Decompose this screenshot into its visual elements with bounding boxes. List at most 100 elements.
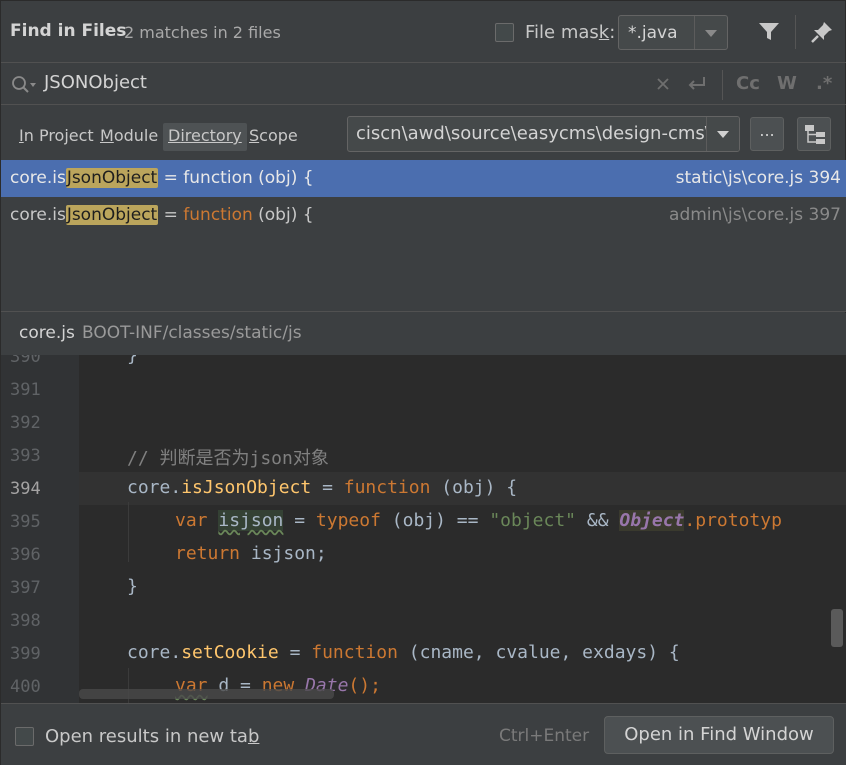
clear-icon[interactable]	[656, 77, 670, 91]
code-comment: // 判断是否为json对象	[127, 448, 329, 469]
preview-file-path: BOOT-INF/classes/static/js	[82, 323, 302, 343]
new-line-icon[interactable]	[686, 75, 708, 93]
open-in-find-window-button[interactable]: Open in Find Window	[604, 716, 834, 754]
tab-label: irectory	[180, 126, 242, 145]
search-row: JSONObject Cc W .*	[1, 64, 846, 105]
result-keyword: function	[183, 205, 253, 225]
code-keyword: function	[311, 642, 398, 663]
file-mask-colon: :	[609, 22, 616, 43]
directory-combo[interactable]: ciscn\awd\source\easycms\design-cms\	[347, 116, 740, 152]
open-new-tab-checkbox[interactable]	[15, 727, 34, 746]
code-token: =	[311, 477, 344, 498]
dialog-title: Find in Files	[10, 21, 127, 41]
file-mask-label-text: File mas	[525, 22, 599, 43]
code-token: isjson;	[240, 543, 327, 564]
code-line: }	[127, 355, 138, 366]
code-token: =	[283, 510, 316, 531]
result-mid: =	[158, 205, 184, 225]
code-line: core.isJsonObject = function (obj) {	[127, 477, 517, 498]
code-keyword: var	[175, 510, 208, 531]
tab-label: cope	[259, 126, 298, 145]
filter-icon[interactable]	[758, 22, 780, 42]
open-new-tab-label[interactable]: Open results in new tab	[45, 726, 259, 747]
code-line: core.setCookie = function (cname, cvalue…	[127, 642, 680, 663]
code-token: .prototyp	[684, 510, 782, 531]
tab-module[interactable]: Module	[95, 123, 163, 151]
code-keyword: return	[175, 543, 241, 564]
preview-header: core.js BOOT-INF/classes/static/js	[1, 313, 846, 355]
search-history-icon[interactable]	[11, 75, 39, 95]
result-row[interactable]: core.isJsonObject = function (obj) { adm…	[1, 197, 846, 234]
file-mask-checkbox[interactable]	[495, 23, 514, 42]
dialog-footer: Open results in new tab Ctrl+Enter Open …	[1, 703, 846, 765]
tab-in-project[interactable]: In Project	[14, 123, 99, 151]
code-token: core.	[127, 642, 182, 663]
whole-words-toggle[interactable]: W	[777, 73, 797, 94]
code-variable: isjson	[218, 510, 284, 531]
results-list: core.isJsonObject = function (obj) { sta…	[1, 160, 846, 312]
open-new-tab-text: Open results in new ta	[45, 726, 248, 747]
result-match: JsonObject	[65, 168, 159, 188]
search-input[interactable]: JSONObject	[44, 72, 147, 93]
file-mask-dropdown[interactable]	[694, 16, 727, 49]
scope-row: In Project Module Directory Scope ciscn\…	[1, 106, 846, 160]
file-mask-mnemonic: k	[598, 22, 610, 43]
regex-toggle[interactable]: .*	[816, 73, 832, 94]
line-number: 390	[10, 355, 41, 367]
line-number-current: 394	[10, 479, 41, 499]
line-number: 393	[10, 446, 41, 466]
line-number: 396	[10, 545, 41, 565]
line-number: 400	[10, 677, 41, 697]
code-line: }	[127, 576, 138, 597]
code-token: ();	[348, 675, 381, 696]
match-case-toggle[interactable]: Cc	[736, 73, 760, 94]
result-suffix: (obj) {	[252, 168, 314, 188]
header-divider	[795, 15, 796, 49]
find-in-files-dialog: Find in Files 2 matches in 2 files File …	[0, 0, 846, 765]
code-keyword: typeof	[315, 510, 381, 531]
horizontal-scrollbar[interactable]	[79, 689, 334, 699]
vertical-scrollbar[interactable]	[831, 609, 843, 647]
code-line: return isjson;	[175, 543, 327, 564]
code-preview[interactable]: 390 391 392 393 394 395 396 397 398 399 …	[1, 355, 846, 703]
result-location: static\js\core.js 394	[675, 168, 841, 188]
result-text: core.isJsonObject = function (obj) {	[10, 205, 314, 225]
pin-icon[interactable]	[810, 20, 834, 44]
result-location: admin\js\core.js 397	[669, 205, 841, 225]
code-token: core.	[127, 477, 182, 498]
file-mask-combo[interactable]: *.java	[618, 15, 728, 50]
result-prefix: core.is	[10, 168, 66, 188]
open-new-tab-mnemonic: b	[247, 726, 260, 747]
result-row[interactable]: core.isJsonObject = function (obj) { sta…	[1, 160, 846, 197]
directory-dropdown[interactable]	[706, 117, 739, 151]
indent-guide	[128, 502, 129, 562]
dialog-header: Find in Files 2 matches in 2 files File …	[1, 1, 846, 63]
result-keyword: function	[183, 168, 253, 188]
line-number: 398	[10, 611, 41, 631]
code-keyword: function	[343, 477, 431, 498]
file-mask-value: *.java	[628, 23, 678, 43]
result-match: JsonObject	[65, 205, 159, 225]
result-suffix: (obj) {	[252, 205, 314, 225]
result-text: core.isJsonObject = function (obj) {	[10, 168, 314, 188]
code-token: (obj) {	[430, 477, 518, 498]
tab-mnemonic: S	[249, 126, 260, 145]
result-mid: =	[158, 168, 184, 188]
recursive-toggle[interactable]	[797, 117, 831, 151]
line-number: 397	[10, 578, 41, 598]
code-token: =	[278, 642, 312, 663]
file-mask-label[interactable]: File mask:	[525, 22, 615, 43]
line-number: 395	[10, 512, 41, 532]
code-token: (obj) ==	[380, 510, 490, 531]
line-number: 399	[10, 644, 41, 664]
code-token: &&	[576, 510, 620, 531]
tab-mnemonic: D	[168, 126, 181, 145]
tab-label: n Project	[23, 126, 94, 145]
line-number: 392	[10, 413, 41, 433]
browse-button[interactable]: ...	[750, 117, 784, 151]
tab-scope[interactable]: Scope	[244, 123, 303, 151]
code-class: Object	[619, 510, 685, 531]
match-count: 2 matches in 2 files	[124, 23, 281, 42]
tab-directory[interactable]: Directory	[163, 123, 247, 151]
code-token: (cname, cvalue, exdays) {	[397, 642, 680, 663]
